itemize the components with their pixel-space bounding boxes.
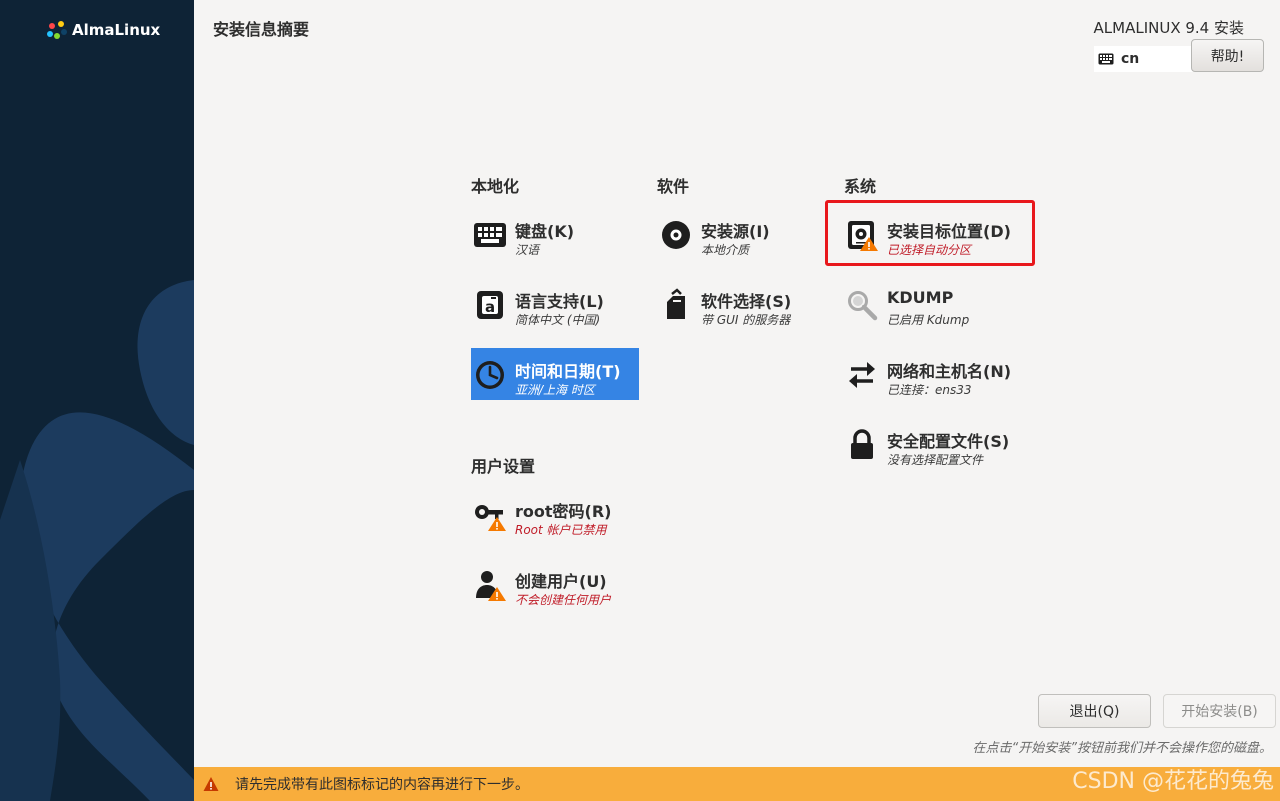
begin-installation-button[interactable]: 开始安装(B) [1163, 694, 1276, 728]
almalinux-logo-icon [47, 21, 67, 39]
spoke-network-status: 已连接：ens33 [887, 383, 972, 397]
warning-icon [203, 777, 219, 791]
category-user-settings: 用户设置 [471, 457, 536, 476]
spoke-network-title: 网络和主机名(N) [887, 362, 1012, 381]
help-button[interactable]: 帮助! [1191, 39, 1264, 72]
logo-text: AlmaLinux [72, 21, 161, 39]
product-title: ALMALINUX 9.4 安装 [1093, 19, 1244, 37]
warning-text: 请先完成带有此图标标记的内容再进行下一步。 [235, 777, 529, 793]
spoke-keyboard-status: 汉语 [515, 243, 540, 257]
spoke-language-status: 简体中文 (中国) [515, 313, 601, 327]
search-icon [848, 291, 878, 321]
spoke-kdump-title: KDUMP [887, 288, 954, 307]
keyboard-layout-indicator[interactable]: cn [1094, 46, 1194, 72]
spoke-kdump-status: 已启用 Kdump [887, 313, 970, 327]
spoke-security-profile-title: 安全配置文件(S) [887, 432, 1010, 451]
spoke-root-password-title: root密码(R) [515, 502, 612, 521]
spoke-install-source[interactable]: 安装源(I) 本地介质 [657, 208, 825, 260]
spoke-create-user[interactable]: 创建用户(U) 不会创建任何用户 [471, 558, 639, 610]
spoke-keyboard-title: 键盘(K) [515, 222, 575, 241]
category-software: 软件 [657, 177, 690, 196]
sidebar: AlmaLinux [0, 0, 194, 801]
spoke-root-password[interactable]: root密码(R) Root 帐户已禁用 [471, 488, 639, 540]
disc-icon [662, 221, 690, 249]
svg-text:a: a [485, 298, 495, 316]
language-icon: a [477, 291, 503, 319]
page-title: 安装信息摘要 [213, 20, 310, 39]
footer-hint: 在点击“开始安装”按钮前我们并不会操作您的磁盘。 [972, 741, 1272, 756]
category-system: 系统 [844, 177, 877, 196]
spoke-keyboard[interactable]: 键盘(K) 汉语 [471, 208, 639, 260]
spoke-security-profile[interactable]: 安全配置文件(S) 没有选择配置文件 [843, 418, 1011, 470]
keyboard-icon [474, 223, 506, 247]
spoke-install-source-status: 本地介质 [701, 243, 750, 257]
lock-icon [851, 429, 873, 459]
keyboard-layout-label: cn [1121, 51, 1140, 67]
spoke-create-user-status: 不会创建任何用户 [515, 593, 612, 607]
main-area: 安装信息摘要 ALMALINUX 9.4 安装 cn 帮助! 本地化 软件 系统… [194, 0, 1280, 801]
spoke-network[interactable]: 网络和主机名(N) 已连接：ens33 [843, 348, 1011, 400]
spoke-software-selection-status: 带 GUI 的服务器 [701, 313, 791, 327]
user-warning-icon [476, 571, 506, 601]
clock-icon [476, 361, 504, 389]
spoke-software-selection[interactable]: 软件选择(S) 带 GUI 的服务器 [657, 278, 825, 330]
almalinux-logo: AlmaLinux [46, 20, 160, 40]
spoke-datetime-title: 时间和日期(T) [515, 362, 621, 381]
spoke-root-password-status: Root 帐户已禁用 [515, 523, 607, 537]
key-warning-icon [475, 505, 506, 531]
sidebar-artwork [0, 280, 194, 801]
keyboard-icon [1098, 53, 1114, 65]
spoke-datetime-status: 亚洲/上海 时区 [515, 383, 595, 397]
highlight-box [825, 200, 1035, 266]
network-arrows-icon [849, 362, 875, 388]
spoke-language-title: 语言支持(L) [515, 292, 604, 311]
spoke-software-selection-title: 软件选择(S) [701, 292, 792, 311]
quit-button[interactable]: 退出(Q) [1038, 694, 1151, 728]
watermark: CSDN @花花的兔兔 [1072, 769, 1274, 794]
spoke-install-source-title: 安装源(I) [701, 222, 770, 241]
spoke-kdump[interactable]: KDUMP 已启用 Kdump [843, 278, 1011, 330]
spoke-datetime[interactable]: 时间和日期(T) 亚洲/上海 时区 [471, 348, 639, 400]
category-localization: 本地化 [471, 177, 520, 196]
package-icon [667, 288, 685, 319]
spoke-security-profile-status: 没有选择配置文件 [887, 453, 984, 467]
spoke-create-user-title: 创建用户(U) [515, 572, 607, 591]
spoke-language[interactable]: a 语言支持(L) 简体中文 (中国) [471, 278, 639, 330]
